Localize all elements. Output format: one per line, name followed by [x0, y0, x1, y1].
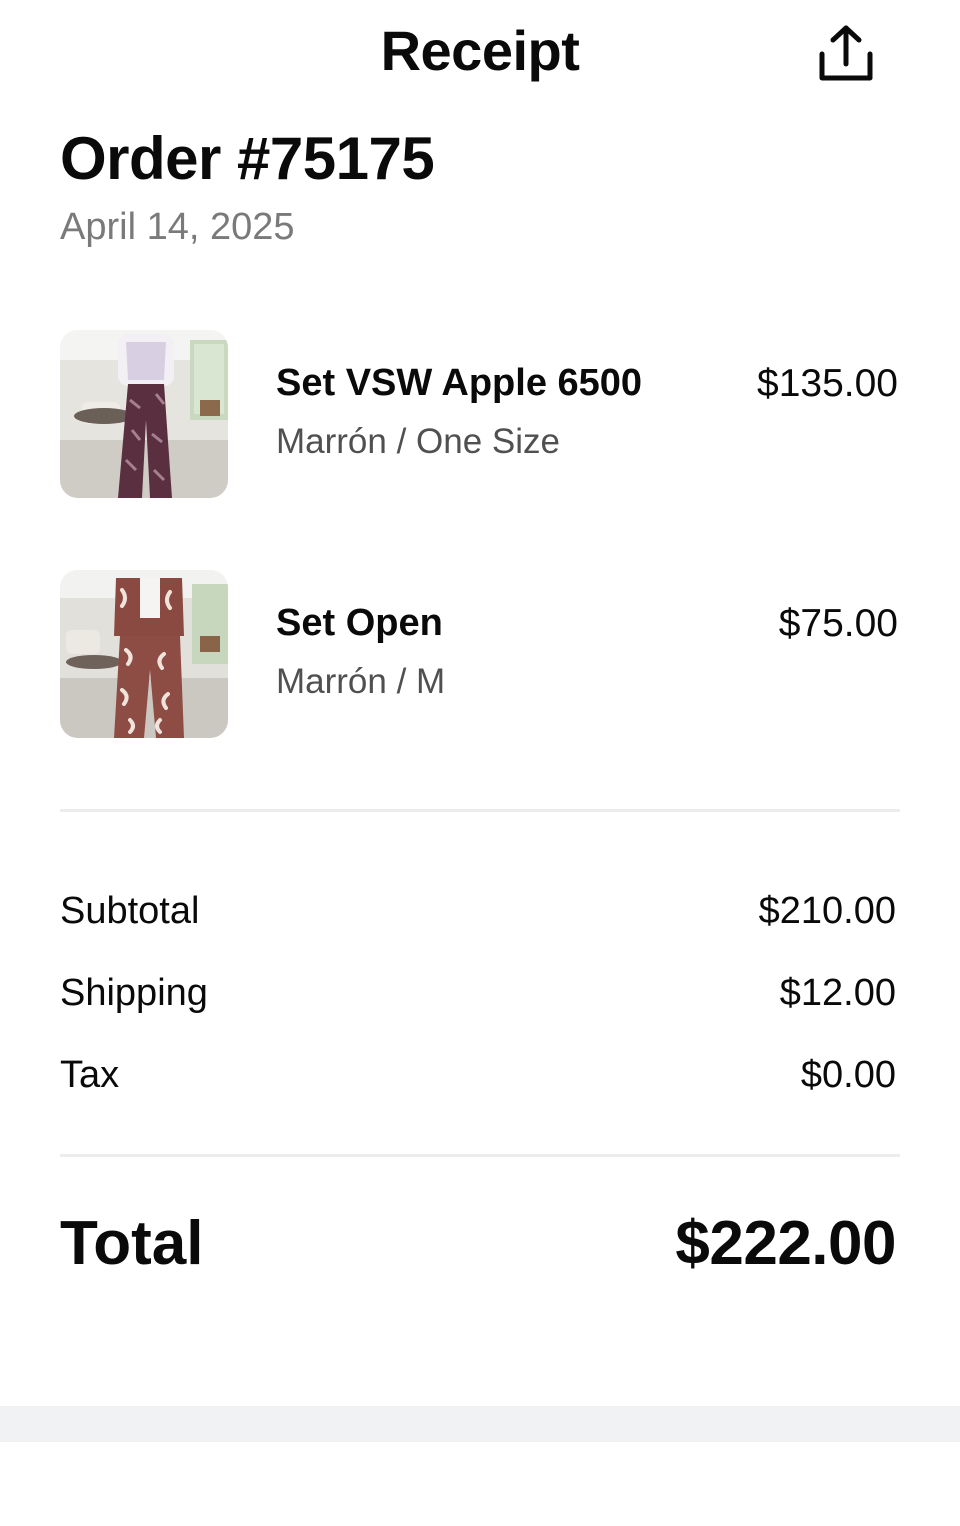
line-item[interactable]: Set Open Marrón / M $75.00	[60, 570, 900, 740]
shipping-value: $12.00	[779, 972, 896, 1014]
subtotal-label: Subtotal	[60, 890, 200, 932]
total-label: Total	[60, 1209, 204, 1278]
shipping-row: Shipping $12.00	[60, 972, 896, 1022]
item-name: Set VSW Apple 6500	[276, 362, 643, 404]
divider	[60, 809, 900, 812]
tax-row: Tax $0.00	[60, 1054, 896, 1104]
item-price: $75.00	[778, 602, 898, 645]
receipt-screen: Receipt Order #75175 April 14, 2025 Set …	[0, 0, 960, 1526]
order-number: Order #75175	[60, 125, 435, 192]
share-upload-icon	[819, 25, 873, 81]
product-thumbnail[interactable]	[60, 570, 228, 738]
item-variant: Marrón / One Size	[276, 422, 560, 461]
item-variant: Marrón / M	[276, 662, 446, 701]
shipping-label: Shipping	[60, 972, 208, 1014]
tax-value: $0.00	[800, 1054, 896, 1096]
total-row: Total $222.00	[60, 1208, 896, 1288]
total-value: $222.00	[675, 1209, 896, 1278]
item-name: Set Open	[276, 602, 443, 644]
divider	[60, 1154, 900, 1157]
tax-label: Tax	[60, 1054, 120, 1096]
header: Receipt	[0, 0, 960, 110]
item-price: $135.00	[757, 362, 898, 405]
subtotal-value: $210.00	[758, 890, 896, 932]
subtotal-row: Subtotal $210.00	[60, 890, 896, 940]
order-date: April 14, 2025	[60, 206, 295, 248]
bottom-band	[0, 1406, 960, 1442]
product-thumbnail[interactable]	[60, 330, 228, 498]
share-button[interactable]	[812, 22, 880, 86]
line-item[interactable]: Set VSW Apple 6500 Marrón / One Size $13…	[60, 330, 900, 500]
